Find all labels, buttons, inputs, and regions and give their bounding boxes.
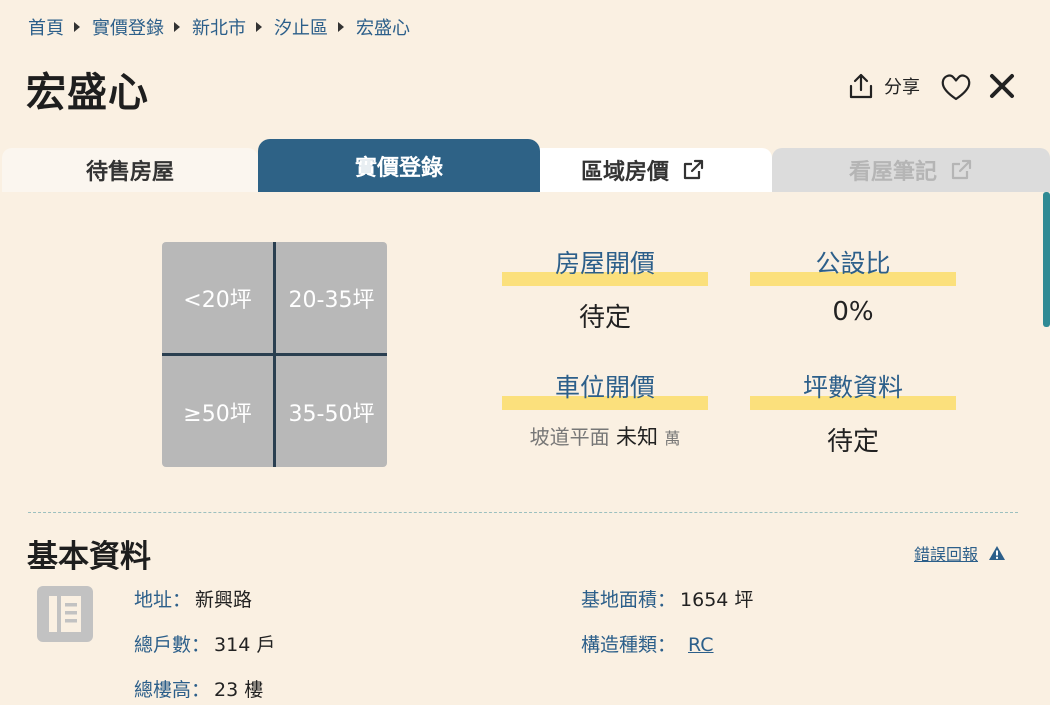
breadcrumb-current[interactable]: 宏盛心 [356, 14, 410, 40]
breadcrumb-separator-icon [338, 22, 344, 32]
stat-value: 待定 [578, 303, 631, 333]
info-label: 構造種類： [581, 634, 677, 656]
info-value: 23 樓 [214, 679, 264, 701]
size-filter-under-20[interactable]: <20坪 [162, 242, 273, 353]
stat-public-ratio: 公設比 0% [750, 245, 956, 327]
info-label: 地址： [134, 589, 192, 611]
stat-label: 房屋開價 [554, 249, 655, 278]
info-land-area: 基地面積： 1654 坪 [581, 585, 753, 612]
scrollbar[interactable] [1043, 192, 1050, 327]
stat-label: 公設比 [815, 249, 891, 278]
heart-icon [941, 74, 971, 101]
stat-opening-price: 房屋開價 待定 [502, 245, 708, 334]
breadcrumb-separator-icon [74, 22, 80, 32]
info-structure: 構造種類： RC [581, 630, 714, 657]
stat-value: 0% [832, 297, 874, 327]
external-link-icon [951, 159, 972, 180]
grid-divider [273, 242, 276, 467]
tab-label: 待售房屋 [85, 160, 174, 185]
stat-parking-price: 車位開價 坡道平面 未知 萬 [502, 369, 708, 451]
tab-label: 實價登錄 [354, 155, 443, 181]
parking-unit: 萬 [664, 429, 681, 448]
external-link-icon [683, 159, 704, 180]
share-icon [849, 73, 873, 99]
stat-value: 待定 [826, 427, 879, 457]
structure-link[interactable]: RC [688, 634, 714, 656]
breadcrumb-home[interactable]: 首頁 [28, 14, 64, 40]
share-button[interactable]: 分享 [848, 72, 920, 100]
size-filter-50-plus[interactable]: ≥50坪 [162, 356, 273, 467]
tab-for-sale[interactable]: 待售房屋 [2, 148, 258, 192]
favorite-button[interactable] [940, 72, 972, 106]
building-doc-icon [37, 586, 93, 642]
breadcrumb: 首頁 實價登錄 新北市 汐止區 宏盛心 [28, 14, 410, 40]
size-filter-20-35[interactable]: 20-35坪 [276, 242, 387, 353]
stat-label: 車位開價 [554, 373, 655, 402]
info-value: 新興路 [195, 589, 253, 611]
tab-label: 區域房價 [580, 160, 669, 185]
tab-bar: 待售房屋 區域房價 看屋筆記 實價登錄 [2, 139, 1050, 192]
parking-value: 未知 [615, 425, 658, 449]
parking-price-row: 坡道平面 未知 萬 [502, 421, 708, 451]
size-filter-35-50[interactable]: 35-50坪 [276, 356, 387, 467]
stat-label: 坪數資料 [802, 373, 903, 402]
close-icon [990, 74, 1014, 98]
close-button[interactable] [988, 72, 1016, 104]
tab-label: 看屋筆記 [848, 160, 937, 185]
info-floors: 總樓高： 23 樓 [134, 675, 263, 702]
section-title-basic-info: 基本資料 [27, 539, 151, 575]
share-label: 分享 [884, 77, 920, 98]
stat-ping-data: 坪數資料 待定 [750, 369, 956, 458]
error-report-label: 錯誤回報 [914, 545, 979, 564]
breadcrumb-district[interactable]: 汐止區 [274, 14, 328, 40]
breadcrumb-separator-icon [256, 22, 262, 32]
info-address: 地址： 新興路 [134, 585, 252, 612]
size-filter-grid: <20坪 20-35坪 ≥50坪 35-50坪 [162, 242, 387, 467]
warning-icon [989, 546, 1006, 560]
info-label: 總戶數： [134, 634, 211, 656]
section-divider [28, 512, 1018, 513]
breadcrumb-city[interactable]: 新北市 [192, 14, 246, 40]
parking-type: 坡道平面 [529, 425, 610, 449]
info-label: 基地面積： [581, 589, 677, 611]
info-households: 總戶數： 314 戶 [134, 630, 275, 657]
tab-viewing-notes[interactable]: 看屋筆記 [772, 148, 1050, 192]
info-label: 總樓高： [134, 679, 211, 701]
info-value: 1654 坪 [680, 589, 754, 611]
breadcrumb-real-price[interactable]: 實價登錄 [92, 14, 164, 40]
breadcrumb-separator-icon [174, 22, 180, 32]
tab-real-price[interactable]: 實價登錄 [258, 139, 540, 192]
info-value: 314 戶 [214, 634, 276, 656]
page-title: 宏盛心 [26, 70, 149, 116]
tab-area-price[interactable]: 區域房價 [514, 148, 772, 192]
error-report-link[interactable]: 錯誤回報 [914, 541, 1006, 565]
